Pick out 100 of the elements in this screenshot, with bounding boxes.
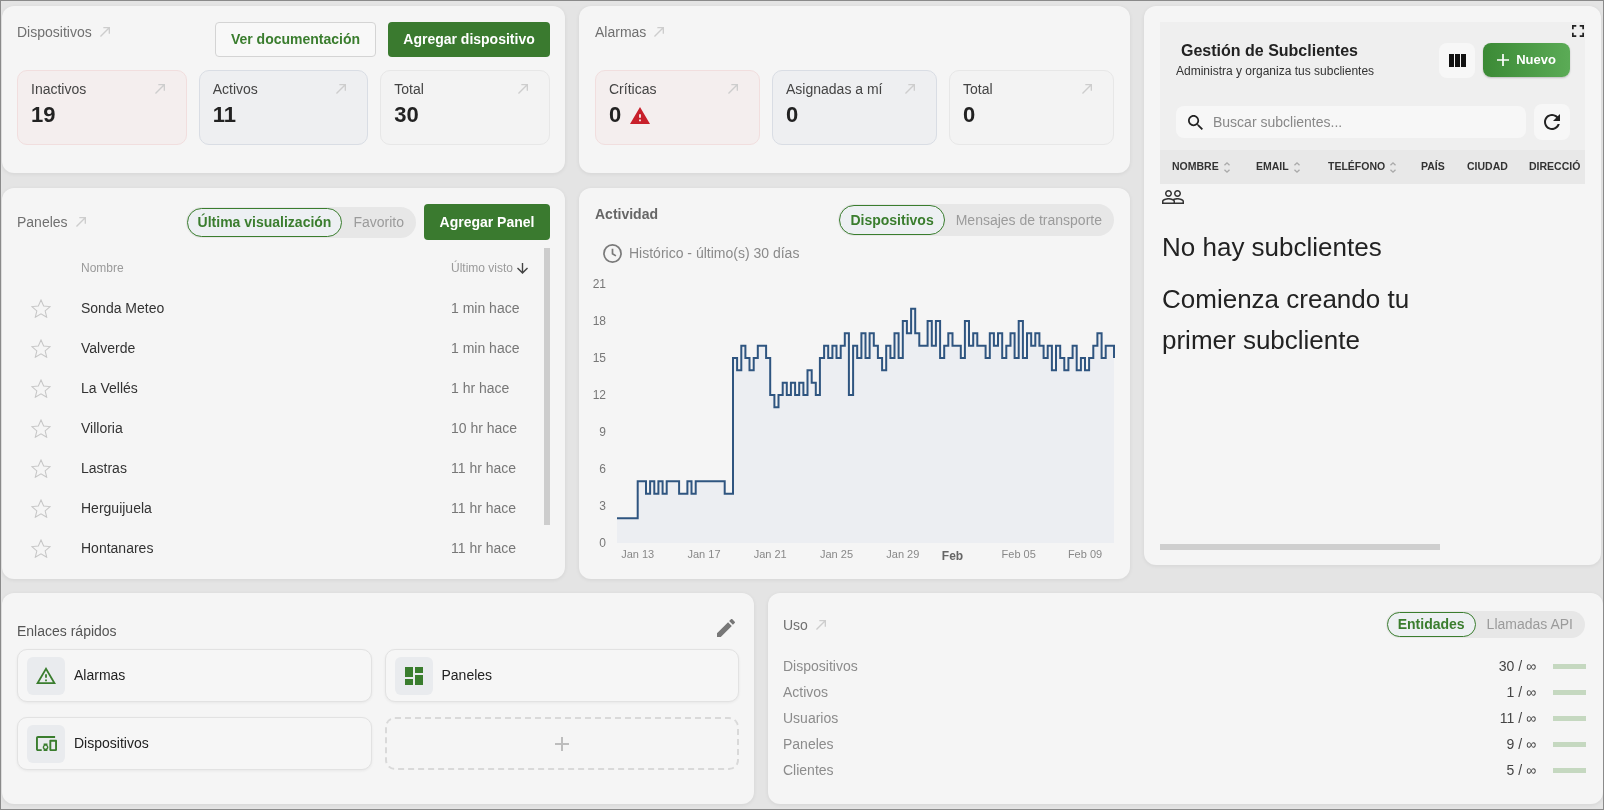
tab[interactable]: Entidades — [1386, 612, 1476, 637]
card-title: Paneles — [17, 213, 68, 232]
diagonal-arrow-icon[interactable] — [654, 27, 665, 37]
columns-button[interactable] — [1439, 42, 1475, 78]
panel-name[interactable]: Villoria — [81, 420, 123, 436]
link-label: Paneles — [441, 666, 493, 685]
last-seen: 11 hr hace — [451, 500, 517, 516]
diagonal-arrow-icon[interactable] — [99, 27, 110, 37]
stat-card[interactable]: Total 0 — [949, 70, 1114, 145]
card-title: Actividad — [595, 205, 658, 224]
stat-label: Total — [394, 80, 424, 99]
devices-icon — [27, 724, 65, 763]
usage-label: Paneles — [783, 736, 834, 752]
diagonal-arrow-icon[interactable] — [75, 217, 86, 227]
column-header[interactable]: EMAIL — [1256, 159, 1289, 175]
stat-card[interactable]: Asignadas a mí 0 — [772, 70, 937, 145]
x-axis-label: Feb — [941, 549, 964, 563]
y-axis-label: 12 — [592, 388, 606, 402]
panel-name[interactable]: Herguijuela — [81, 500, 152, 516]
sort-icon[interactable] — [1223, 161, 1230, 173]
column-header[interactable]: TELÉFONO — [1328, 159, 1386, 175]
card-title: Uso — [783, 615, 808, 635]
empty-message: Comienza creando tu primer subcliente — [1162, 283, 1411, 357]
tab[interactable]: Última visualización — [186, 207, 343, 237]
search-field[interactable]: Buscar subclientes... — [1176, 106, 1526, 138]
diagonal-arrow-icon[interactable] — [154, 84, 165, 94]
diagonal-arrow-icon[interactable] — [728, 84, 738, 94]
sort-icon[interactable] — [1390, 161, 1397, 173]
stat-label: Críticas — [609, 80, 657, 99]
last-seen: 11 hr hace — [451, 460, 517, 476]
empty-title: No hay subclientes — [1162, 231, 1382, 264]
x-axis-label: Jan 17 — [687, 548, 721, 560]
card-title: Enlaces rápidos — [17, 622, 117, 641]
panel-name[interactable]: La Vellés — [81, 380, 138, 396]
quick-link[interactable]: Paneles — [384, 649, 739, 702]
star-icon[interactable] — [31, 458, 51, 478]
stat-card[interactable]: Activos 11 — [198, 70, 369, 145]
usage-value: 5 / ∞ — [1506, 760, 1536, 780]
diagonal-arrow-icon[interactable] — [336, 84, 347, 94]
panel-name[interactable]: Valverde — [81, 340, 136, 356]
stat-label: Inactivos — [31, 80, 87, 99]
stat-card[interactable]: Total 30 — [380, 70, 550, 145]
y-axis-label: 9 — [599, 425, 606, 439]
last-seen: 1 hr hace — [451, 380, 510, 396]
usage-label: Usuarios — [783, 710, 839, 726]
panel-name[interactable]: Lastras — [81, 460, 127, 476]
stat-label: Total — [963, 80, 993, 99]
stat-value: 0 — [786, 101, 799, 129]
stat-card[interactable]: Críticas 0 — [595, 70, 760, 145]
pencil-icon[interactable] — [717, 619, 735, 637]
quick-link[interactable]: Alarmas — [17, 649, 372, 702]
refresh-button[interactable] — [1534, 104, 1570, 140]
plus-icon — [1497, 54, 1510, 66]
documentation-button[interactable]: Ver documentación — [215, 22, 376, 57]
fullscreen-icon[interactable] — [1572, 25, 1584, 37]
panel-name[interactable]: Sonda Meteo — [81, 300, 165, 316]
column-header: CIUDAD — [1467, 159, 1508, 175]
plus-icon — [554, 736, 569, 751]
last-seen: 1 min hace — [451, 300, 520, 316]
x-axis-label: Jan 13 — [621, 548, 655, 560]
star-icon[interactable] — [31, 418, 51, 438]
card-title: Dispositivos — [17, 23, 92, 42]
add-device-button[interactable]: Agregar dispositivo — [388, 22, 550, 57]
star-icon[interactable] — [31, 378, 51, 398]
refresh-icon — [1544, 114, 1560, 130]
usage-label: Clientes — [783, 762, 834, 778]
quick-link[interactable]: Dispositivos — [17, 717, 372, 770]
panel-name[interactable]: Hontanares — [81, 540, 154, 556]
x-axis-label: Jan 25 — [820, 548, 853, 560]
x-axis-label: Jan 21 — [753, 548, 787, 560]
y-axis-label: 21 — [592, 277, 606, 291]
diagonal-arrow-icon[interactable] — [518, 84, 528, 94]
star-icon[interactable] — [31, 338, 51, 358]
link-label: Dispositivos — [74, 734, 149, 753]
column-header[interactable]: NOMBRE — [1172, 159, 1219, 175]
usage-value: 1 / ∞ — [1506, 682, 1536, 702]
people-icon — [1162, 190, 1184, 204]
add-panel-button[interactable]: Agregar Panel — [424, 204, 550, 240]
x-axis-label: Jan 29 — [886, 548, 920, 560]
stat-value: 11 — [212, 101, 236, 129]
panel-subtitle: Administra y organiza tus subclientes — [1176, 63, 1375, 79]
star-icon[interactable] — [31, 498, 51, 518]
diagonal-arrow-icon[interactable] — [815, 619, 826, 630]
diagonal-arrow-icon[interactable] — [1082, 84, 1092, 94]
clock-icon — [603, 244, 622, 263]
star-icon[interactable] — [31, 538, 51, 558]
columns-icon — [1448, 53, 1466, 67]
stat-card[interactable]: Inactivos 19 — [17, 70, 187, 145]
usage-label: Dispositivos — [783, 658, 858, 674]
scrollbar[interactable] — [544, 248, 550, 525]
y-axis-label: 18 — [592, 314, 606, 328]
stat-value: 30 — [394, 101, 419, 129]
stat-label: Activos — [212, 80, 258, 99]
tab[interactable]: Dispositivos — [839, 205, 945, 235]
sort-icon[interactable] — [1293, 161, 1300, 173]
diagonal-arrow-icon[interactable] — [905, 84, 915, 94]
arrow-down-icon[interactable] — [517, 262, 528, 274]
scrollbar[interactable] — [1160, 544, 1440, 550]
star-icon[interactable] — [31, 298, 51, 318]
add-link-button[interactable] — [384, 717, 739, 770]
